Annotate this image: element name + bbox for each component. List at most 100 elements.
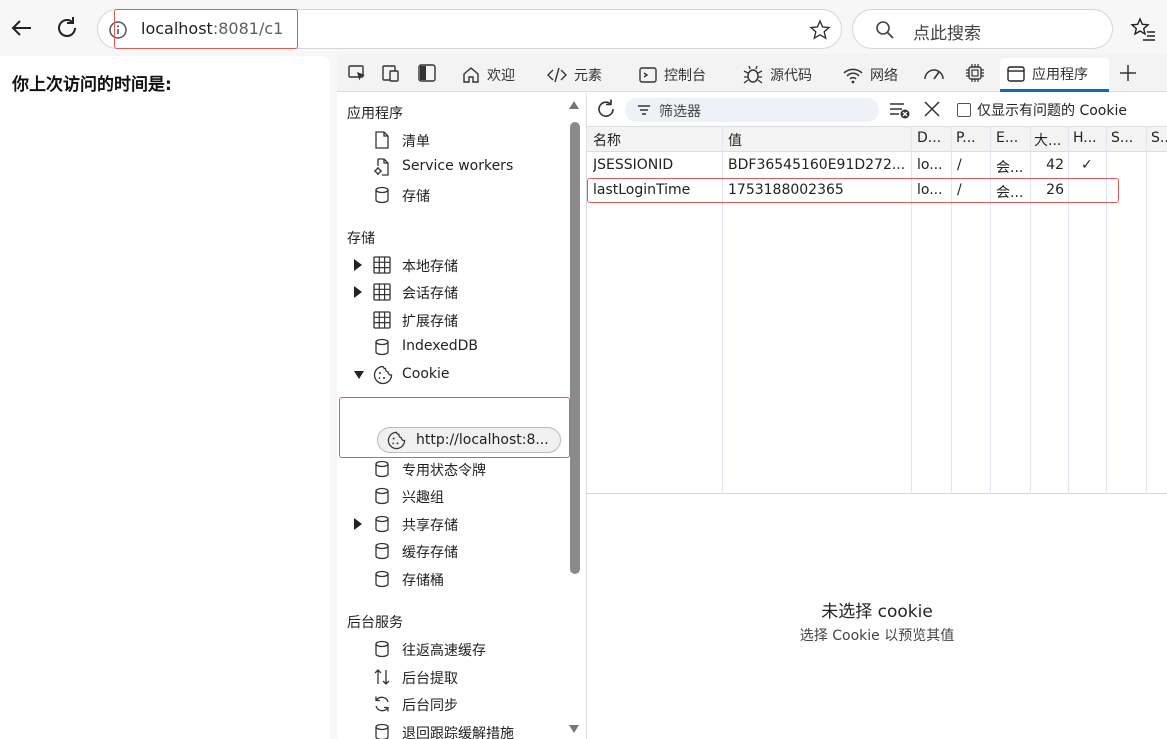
sidebar-item-label: Service workers	[402, 158, 514, 174]
sidebar-item-label: 存储	[402, 189, 430, 205]
sidebar-item-extension-storage[interactable]: 扩展存储	[337, 307, 582, 333]
grid-table-icon	[373, 283, 391, 301]
collapse-arrow-icon[interactable]	[353, 370, 365, 380]
sidebar-item-cookie[interactable]: Cookie	[337, 362, 582, 388]
cookie-preview: 未选择 cookie 选择 Cookie 以预览其值	[587, 494, 1167, 739]
bug-icon	[743, 65, 763, 84]
header-secure[interactable]: S...	[1111, 130, 1133, 146]
database-icon	[375, 570, 389, 588]
expand-arrow-icon[interactable]	[353, 258, 363, 272]
sidebar-item-label: 共享存储	[402, 518, 458, 534]
preview-subtitle: 选择 Cookie 以预览其值	[799, 628, 955, 644]
tab-label: 源代码	[770, 68, 812, 84]
filter-icon	[638, 105, 650, 115]
close-icon[interactable]	[923, 100, 941, 118]
last-visit-text: 你上次访问的时间是:	[12, 75, 172, 95]
header-path[interactable]: P...	[956, 130, 976, 146]
tab-application[interactable]: 应用程序	[1000, 58, 1109, 92]
sidebar-item-background-fetch[interactable]: 后台提取	[337, 664, 582, 690]
sidebar-item-label: 会话存储	[402, 286, 458, 302]
filter-input[interactable]: 筛选器	[625, 98, 879, 122]
cookie-icon	[373, 365, 393, 385]
sidebar-item-private-state-tokens[interactable]: 专用状态令牌	[337, 456, 582, 482]
checkbox-box[interactable]	[957, 103, 971, 117]
clear-filtered-cookies-icon[interactable]	[889, 100, 911, 120]
devtools-tab-bar: 欢迎 元素 控制台 源代码 网络 应用程序	[337, 54, 1167, 92]
sidebar-item-background-sync[interactable]: 后台同步	[337, 691, 582, 717]
tab-welcome[interactable]: 欢迎	[455, 58, 521, 92]
browser-toolbar: localhost:8081/c1 点此搜索	[0, 0, 1167, 56]
grid-table-icon	[373, 311, 391, 329]
search-placeholder: 点此搜索	[913, 24, 981, 44]
sidebar-item-label: 扩展存储	[402, 314, 458, 330]
sidebar-item-label: 退回跟踪缓解措施	[402, 726, 514, 739]
sidebar-item-label: 缓存存储	[402, 545, 458, 561]
reload-icon	[58, 17, 76, 37]
header-size[interactable]: 大...	[1034, 130, 1061, 150]
cell-path: /	[957, 157, 962, 173]
sidebar-item-label: Cookie	[402, 366, 450, 382]
header-domain[interactable]: D...	[917, 130, 941, 146]
header-samesite[interactable]: S...	[1151, 130, 1167, 146]
database-icon	[375, 542, 389, 560]
cell-expires: 会...	[996, 160, 1024, 176]
tab-label: 欢迎	[487, 68, 515, 84]
filter-placeholder: 筛选器	[659, 104, 701, 120]
header-value[interactable]: 值	[728, 130, 742, 150]
sidebar-item-label: 存储桶	[402, 573, 444, 589]
database-icon	[375, 515, 389, 533]
scroll-up-arrow-icon[interactable]	[569, 101, 579, 109]
favorite-star-icon[interactable]	[809, 19, 831, 41]
section-background-services: 后台服务	[347, 615, 403, 631]
inspect-element-icon[interactable]	[347, 63, 367, 83]
sidebar-item-indexeddb[interactable]: IndexedDB	[337, 334, 582, 360]
reload-button[interactable]	[53, 14, 81, 42]
dock-side-icon[interactable]	[417, 63, 437, 83]
tab-sources[interactable]: 源代码	[736, 58, 818, 92]
search-box[interactable]: 点此搜索	[852, 9, 1113, 49]
sidebar-item-manifest[interactable]: 清单	[337, 127, 582, 153]
console-icon	[639, 67, 657, 83]
sidebar-item-label: 清单	[402, 134, 430, 150]
tab-elements[interactable]: 元素	[540, 58, 608, 92]
header-expires[interactable]: E...	[996, 130, 1018, 146]
sidebar-item-shared-storage[interactable]: 共享存储	[337, 511, 582, 537]
plus-icon[interactable]	[1118, 63, 1138, 83]
header-httponly[interactable]: H...	[1073, 130, 1097, 146]
web-page: 你上次访问的时间是:	[0, 56, 330, 739]
expand-arrow-icon[interactable]	[353, 285, 363, 299]
cookie-highlight-box	[339, 397, 570, 458]
refresh-icon[interactable]	[595, 98, 617, 120]
grid-table-icon	[373, 256, 391, 274]
device-emulation-icon[interactable]	[381, 63, 401, 83]
sidebar-item-local-storage[interactable]: 本地存储	[337, 252, 582, 278]
sidebar-item-storage-buckets[interactable]: 存储桶	[337, 566, 582, 592]
memory-chip-icon[interactable]	[964, 62, 986, 84]
header-name[interactable]: 名称	[593, 130, 621, 150]
tab-console[interactable]: 控制台	[632, 58, 712, 92]
expand-arrow-icon[interactable]	[353, 517, 363, 531]
section-application: 应用程序	[347, 106, 403, 122]
sidebar-item-label: 后台提取	[402, 671, 458, 687]
cell-value: BDF36545160E91D272...	[728, 157, 906, 173]
back-button[interactable]	[8, 14, 36, 42]
tab-network[interactable]: 网络	[836, 58, 904, 92]
database-icon	[375, 460, 389, 478]
row-highlight-box	[587, 178, 1119, 203]
favorites-button[interactable]	[1130, 16, 1156, 42]
sidebar-item-interest-groups[interactable]: 兴趣组	[337, 483, 582, 509]
sidebar-item-label: 本地存储	[402, 259, 458, 275]
tab-label: 应用程序	[1032, 66, 1088, 83]
sidebar-item-service-workers[interactable]: Service workers	[337, 154, 582, 180]
sidebar-item-bfcache[interactable]: 往返高速缓存	[337, 636, 582, 662]
sidebar-item-cache-storage[interactable]: 缓存存储	[337, 538, 582, 564]
sidebar-item-bounce-tracking[interactable]: 退回跟踪缓解措施	[337, 719, 582, 739]
sidebar-item-session-storage[interactable]: 会话存储	[337, 279, 582, 305]
performance-gauge-icon[interactable]	[922, 63, 946, 83]
sidebar-item-storage-overview[interactable]: 存储	[337, 182, 582, 208]
cookie-panel: 筛选器 仅显示有问题的 Cookie 名称 值 D... P... E... 大…	[587, 93, 1167, 739]
arrow-left-icon	[11, 20, 31, 36]
column-divider[interactable]	[1146, 126, 1147, 494]
only-issues-checkbox[interactable]: 仅显示有问题的 Cookie	[957, 100, 1127, 120]
application-sidebar: 应用程序 清单 Service workers 存储 存储 本地存储 会话存储 …	[337, 93, 587, 739]
